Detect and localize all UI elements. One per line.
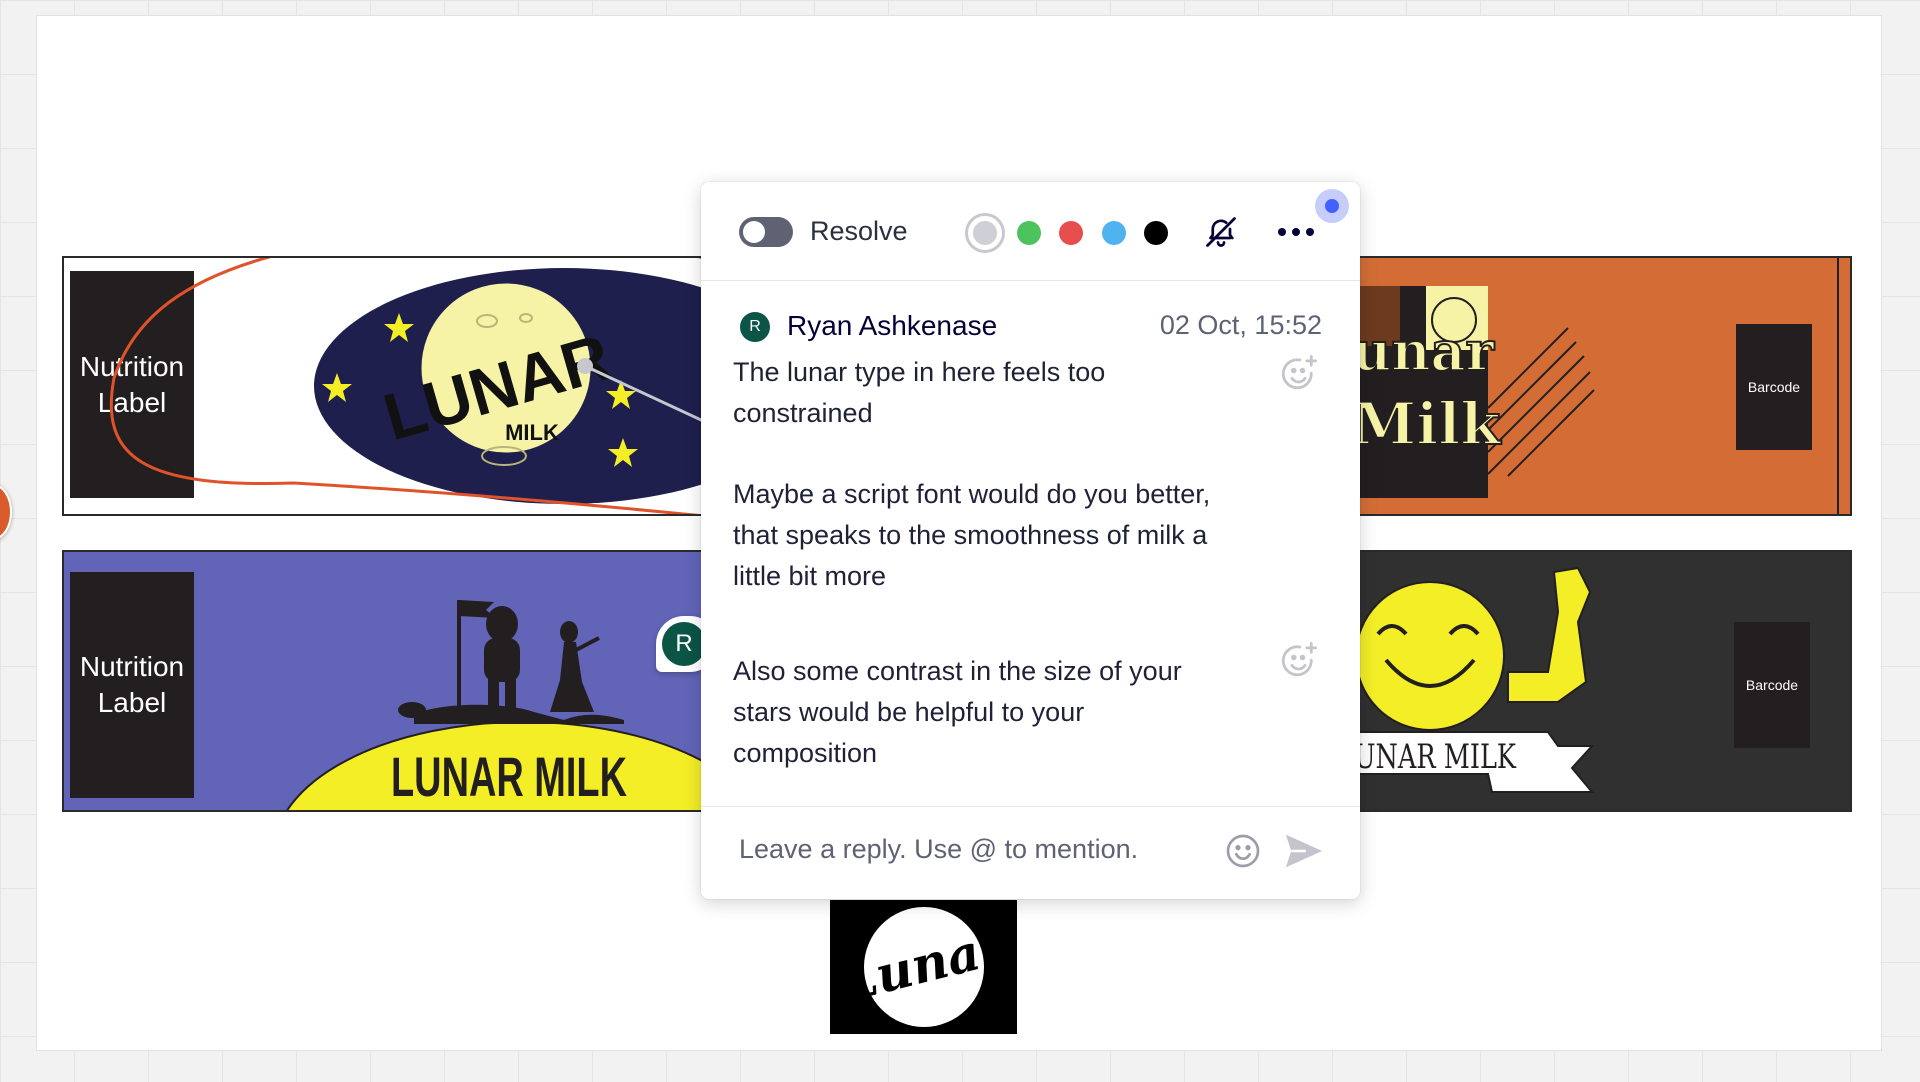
unread-indicator [1315,189,1349,223]
comment-line: stars would be helpful to your [733,697,1085,727]
resolve-label: Resolve [810,216,908,246]
comment-timestamp: 02 Oct, 15:52 [1159,310,1322,340]
comment-line: that speaks to the smoothness of milk a [733,520,1208,550]
comment-panel: Resolve R Ryan Ashkenase 02 Oct, 15:52 T… [701,182,1360,899]
barcode-block: Barcode [1736,324,1812,450]
comment-message: Also some contrast in the size of your s… [733,651,1253,774]
bell-off-icon[interactable] [1201,212,1241,252]
comment-message: Maybe a script font would do you better,… [733,474,1253,597]
unread-indicator-dot [1325,199,1339,213]
author-avatar: R [740,312,770,342]
add-reaction-icon[interactable] [1277,639,1321,683]
label-design-top-left[interactable]: Nutrition Label LUNAR MILK [62,256,712,516]
send-icon[interactable] [1281,829,1327,873]
color-swatch-dot [973,221,997,245]
barcode-label: Barcode [1747,379,1801,395]
label-design-bottom-right[interactable]: UNAR MILK Barcode [1356,550,1852,812]
edge-comment-marker[interactable] [0,484,12,540]
color-swatch-red[interactable] [1059,221,1083,245]
bottom-left-headline: LUNAR MILK [391,745,627,808]
top-left-logo-sub: MILK [505,420,559,445]
top-right-logo-line2: Milk [1358,390,1502,458]
comment-line: constrained [733,398,873,428]
label-design-bottom-left[interactable]: Nutrition Label LUNAR MILK [62,550,712,812]
astronaut-illustration: LUNAR MILK [286,600,710,810]
top-right-logo-line1: unar [1358,319,1495,383]
comment-message: The lunar type in here feels too constra… [733,352,1253,434]
comment-line: little bit more [733,561,887,591]
comment-line: composition [733,738,878,768]
author-name: Ryan Ashkenase [787,310,998,341]
moon-illustration: LUNAR MILK [109,258,710,514]
color-swatch-green[interactable] [1017,221,1041,245]
comment-pin-avatar: R [662,622,706,666]
emoji-icon[interactable] [1221,829,1265,873]
lunar-script-logo[interactable]: Lunar [830,900,1017,1034]
barcode-label: Barcode [1745,677,1799,693]
barcode-block: Barcode [1734,622,1810,748]
color-swatch-black[interactable] [1144,221,1168,245]
label-design-top-right[interactable]: unar Milk Barcode [1356,256,1852,516]
color-swatch-grey[interactable] [965,213,1005,253]
comment-line: The lunar type in here feels too [733,357,1106,387]
comment-line: Also some contrast in the size of your [733,656,1182,686]
toggle-knob [743,221,765,243]
script-logo-graphic: Lunar [833,907,1015,1027]
comment-line: Maybe a script font would do you better, [733,479,1211,509]
color-swatch-blue[interactable] [1102,221,1126,245]
comment-panel-header: Resolve [701,182,1360,281]
more-icon[interactable] [1275,212,1317,252]
reply-input[interactable] [739,834,1179,865]
resolve-toggle[interactable] [739,217,793,247]
reply-bar [701,806,1360,899]
bottom-right-headline: UNAR MILK [1358,737,1516,777]
add-reaction-icon[interactable] [1277,352,1321,396]
